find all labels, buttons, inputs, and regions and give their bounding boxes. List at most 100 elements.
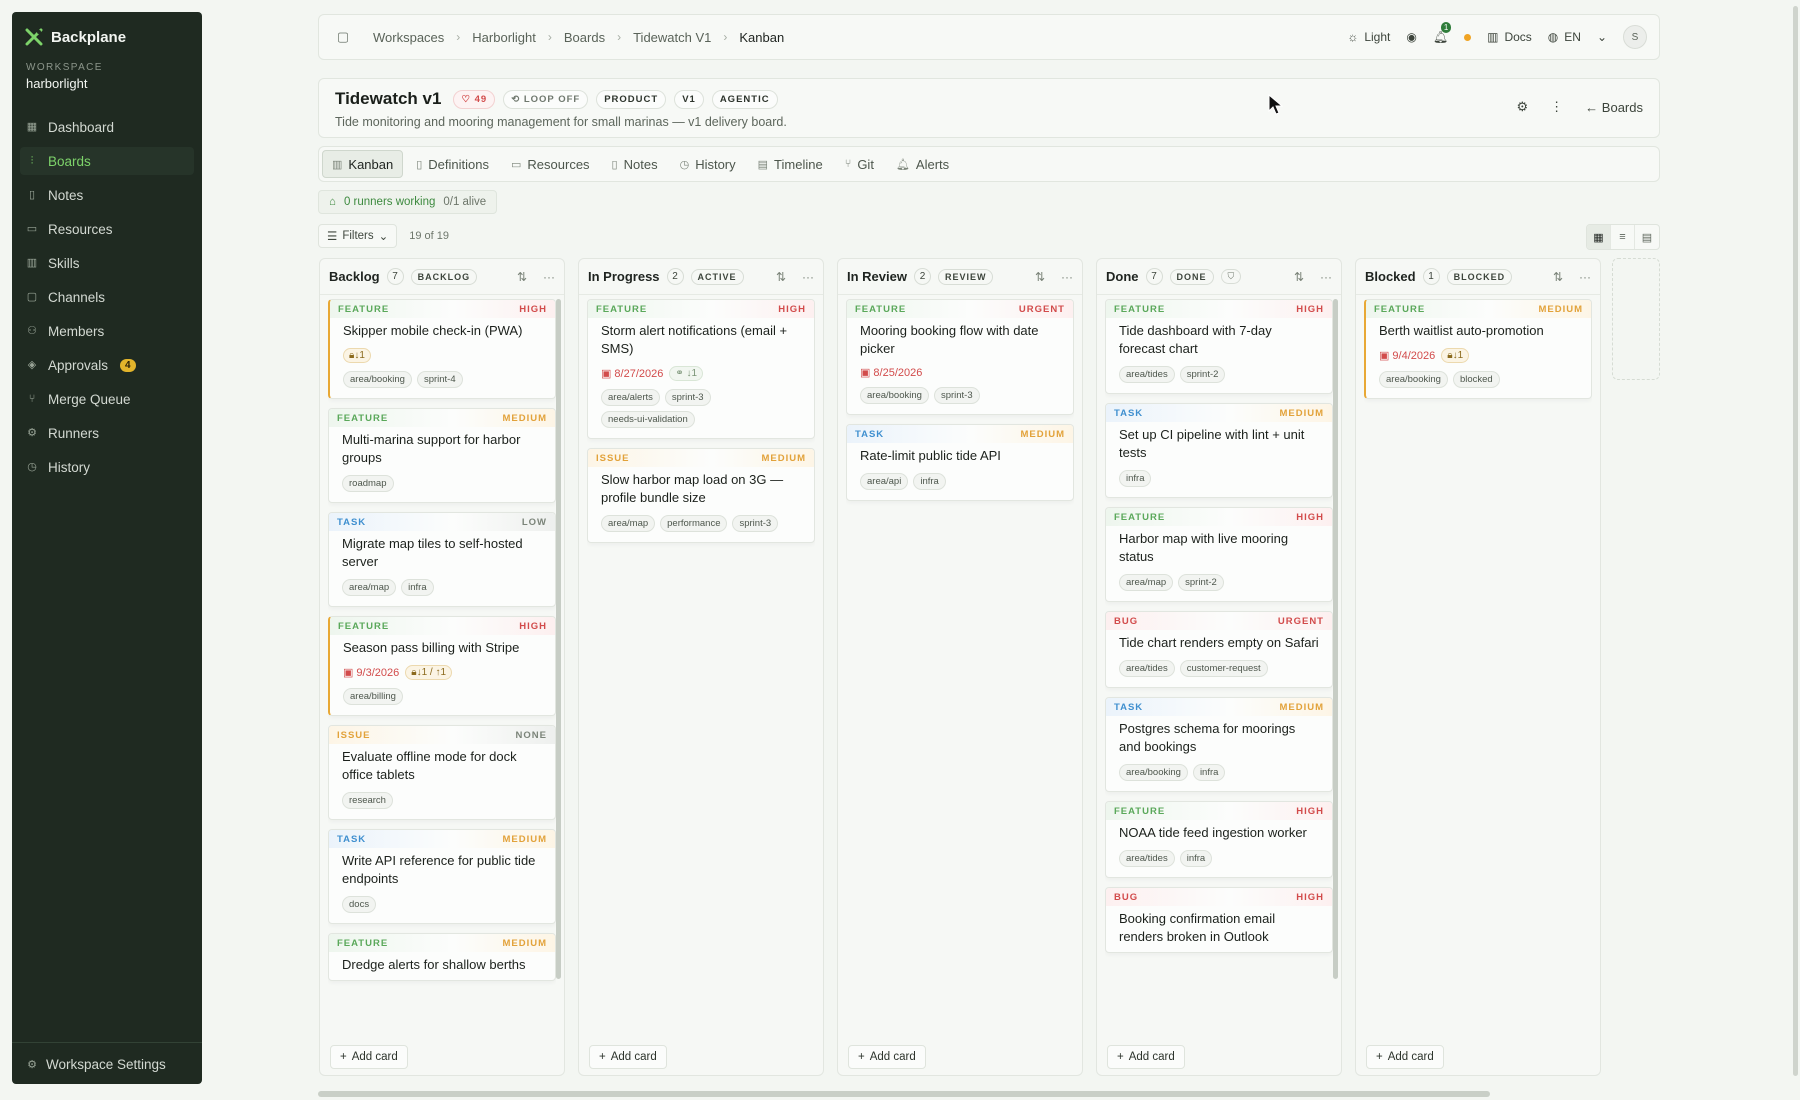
sidebar-item-members[interactable]: ⚇ Members (20, 317, 194, 345)
more-vertical-icon[interactable]: ⋮ (1550, 99, 1563, 115)
notifications-button[interactable]: 🔔︎ 1 (1433, 22, 1452, 44)
sidebar-item-label: Channels (48, 289, 106, 305)
sort-icon[interactable]: ⇅ (1035, 270, 1045, 284)
label-chip: area/booking (1119, 764, 1188, 781)
kanban-card[interactable]: FEATURE HIGH Season pass billing with Stri… (328, 616, 556, 716)
kanban-card[interactable]: BUG HIGH Booking confirmation email render… (1105, 887, 1333, 953)
add-card-button[interactable]: + Add card (330, 1045, 408, 1069)
sort-icon[interactable]: ⇅ (1294, 270, 1304, 284)
sidebar-item-boards[interactable]: ⫶ Boards (20, 147, 194, 175)
tab-alerts[interactable]: 🔔︎ Alerts (887, 150, 958, 178)
kanban-card[interactable]: BUG URGENT Tide chart renders empty on Saf… (1105, 611, 1333, 688)
more-horizontal-icon[interactable]: ··· (1320, 270, 1332, 284)
column-status-tag: ACTIVE (690, 268, 744, 285)
tab-kanban[interactable]: ▥ Kanban (322, 150, 404, 178)
horizontal-scrollbar[interactable] (318, 1091, 1490, 1097)
sidebar-item-skills[interactable]: ▥ Skills (20, 249, 194, 277)
dependency-count: ↓1 (1452, 350, 1464, 361)
back-to-boards-button[interactable]: ← Boards (1585, 100, 1643, 115)
kanban-card[interactable]: FEATURE HIGH Tide dashboard with 7-day for… (1105, 299, 1333, 394)
loop-toggle[interactable]: ⟲ LOOP OFF (503, 89, 589, 109)
tab-history[interactable]: ◷ History (671, 150, 745, 178)
tab-resources[interactable]: ▭ Resources (502, 150, 599, 178)
add-card-button[interactable]: + Add card (589, 1045, 667, 1069)
tab-definitions[interactable]: ▯ Definitions (407, 150, 498, 178)
breadcrumb-item[interactable]: Tidewatch V1 (633, 30, 711, 45)
kanban-card[interactable]: FEATURE HIGH NOAA tide feed ingestion work… (1105, 801, 1333, 878)
kanban-card[interactable]: FEATURE MEDIUM Berth waitlist auto-promoti… (1364, 299, 1592, 399)
sort-icon[interactable]: ⇅ (517, 270, 527, 284)
kanban-card[interactable]: FEATURE HIGH Storm alert notifications (em… (587, 299, 815, 439)
heart-badge[interactable]: ♡ 49 (453, 89, 496, 109)
grid-view-icon[interactable]: ▦ (1587, 225, 1611, 249)
card-priority: MEDIUM (1538, 303, 1583, 315)
kanban-card[interactable]: TASK MEDIUM Rate-limit public tide API area… (846, 424, 1074, 501)
kanban-card[interactable]: FEATURE HIGH Harbor map with live mooring … (1105, 507, 1333, 602)
kanban-card[interactable]: ISSUE MEDIUM Slow harbor map load on 3G — … (587, 448, 815, 543)
add-card-button[interactable]: + Add card (1366, 1045, 1444, 1069)
kanban-card[interactable]: FEATURE URGENT Mooring booking flow with d… (846, 299, 1074, 415)
watch-button[interactable]: ◉ (1406, 30, 1416, 44)
more-horizontal-icon[interactable]: ··· (543, 270, 555, 284)
column-scrollbar[interactable] (1333, 299, 1338, 979)
grid-icon: ▦ (26, 121, 38, 133)
sidebar-item-notes[interactable]: ▯ Notes (20, 181, 194, 209)
kanban-card[interactable]: TASK MEDIUM Write API reference for public… (328, 829, 556, 924)
add-column-placeholder[interactable] (1612, 258, 1660, 380)
shield-icon[interactable]: ⛉ (1220, 269, 1242, 284)
kanban-card[interactable]: FEATURE MEDIUM Dredge alerts for shallow b… (328, 933, 556, 981)
label-chip: sprint-4 (416, 371, 463, 388)
kanban-card[interactable]: FEATURE MEDIUM Multi-marina support for ha… (328, 408, 556, 503)
language-select[interactable]: ◍ EN (1548, 30, 1581, 44)
more-horizontal-icon[interactable]: ··· (1061, 270, 1073, 284)
sidebar-item-resources[interactable]: ▭ Resources (20, 215, 194, 243)
calendar-icon: ▣ (601, 368, 612, 380)
column-in-review: In Review 2 REVIEW ⇅ ··· FEATURE URGENT Mooring… (837, 258, 1083, 1076)
sidebar-item-channels[interactable]: ▢ Channels (20, 283, 194, 311)
sidebar-item-history[interactable]: ◷ History (20, 453, 194, 481)
tab-icon-alerts: 🔔︎ (895, 158, 910, 171)
sort-icon[interactable]: ⇅ (1553, 270, 1563, 284)
kanban-card[interactable]: TASK LOW Migrate map tiles to self-hosted … (328, 512, 556, 607)
kanban-card[interactable]: TASK MEDIUM Set up CI pipeline with lint +… (1105, 403, 1333, 498)
tab-icon-kanban: ▥ (332, 158, 343, 171)
sidebar-item-runners[interactable]: ⚙ Runners (20, 419, 194, 447)
filters-button[interactable]: ☰ Filters ⌄ (318, 224, 398, 248)
label-chip: sprint-2 (1178, 574, 1224, 591)
kanban-card[interactable]: FEATURE HIGH Skipper mobile check-in (PWA)… (328, 299, 556, 399)
card-priority: URGENT (1277, 615, 1324, 627)
settings-gear-icon[interactable]: ⚙ (1517, 99, 1529, 115)
sort-icon[interactable]: ⇅ (776, 270, 786, 284)
add-card-button[interactable]: + Add card (1107, 1045, 1185, 1069)
sidebar-item-approvals[interactable]: ◈ Approvals 4 (20, 351, 194, 379)
column-scrollbar[interactable] (556, 299, 561, 979)
breadcrumb-item[interactable]: Boards (564, 30, 605, 45)
board-description: Tide monitoring and mooring management f… (335, 115, 787, 129)
add-card-button[interactable]: + Add card (848, 1045, 926, 1069)
avatar[interactable]: S (1623, 25, 1647, 49)
kanban-card[interactable]: ISSUE NONE Evaluate offline mode for dock … (328, 725, 556, 820)
sidebar-item-merge-queue[interactable]: ⑂ Merge Queue (20, 385, 194, 413)
breadcrumb-item[interactable]: Harborlight (472, 30, 536, 45)
brand[interactable]: Backplane (12, 12, 202, 46)
dependency-count: ↓1 (354, 350, 365, 361)
theme-toggle-button[interactable]: ☼ Light (1347, 30, 1390, 44)
tab-timeline[interactable]: ▤ Timeline (749, 150, 832, 178)
workspace-settings-button[interactable]: ⚙ Workspace Settings (12, 1042, 202, 1084)
sidebar-item-dashboard[interactable]: ▦ Dashboard (20, 113, 194, 141)
table-view-icon[interactable]: ▤ (1635, 225, 1659, 249)
sidebar-toggle-icon[interactable]: ▢ (331, 25, 355, 49)
tab-notes[interactable]: ▯ Notes (603, 150, 667, 178)
breadcrumb-item[interactable]: Workspaces (373, 30, 444, 45)
docs-link[interactable]: ▥ Docs (1487, 30, 1532, 44)
chevron-down-icon[interactable]: ⌄ (1597, 30, 1607, 44)
more-horizontal-icon[interactable]: ··· (1579, 270, 1591, 284)
kanban-card[interactable]: TASK MEDIUM Postgres schema for moorings a… (1105, 697, 1333, 792)
tab-git[interactable]: ⑂ Git (836, 150, 883, 178)
tab-label: Kanban (348, 156, 394, 172)
vertical-scrollbar[interactable] (1793, 6, 1798, 1076)
board-tabs: ▥ Kanban ▯ Definitions ▭ Resources ▯ Notes ◷ Hist… (318, 146, 1660, 182)
workspace-name[interactable]: harborlight (12, 73, 202, 91)
list-view-icon[interactable]: ≡ (1611, 225, 1635, 249)
more-horizontal-icon[interactable]: ··· (802, 270, 814, 284)
